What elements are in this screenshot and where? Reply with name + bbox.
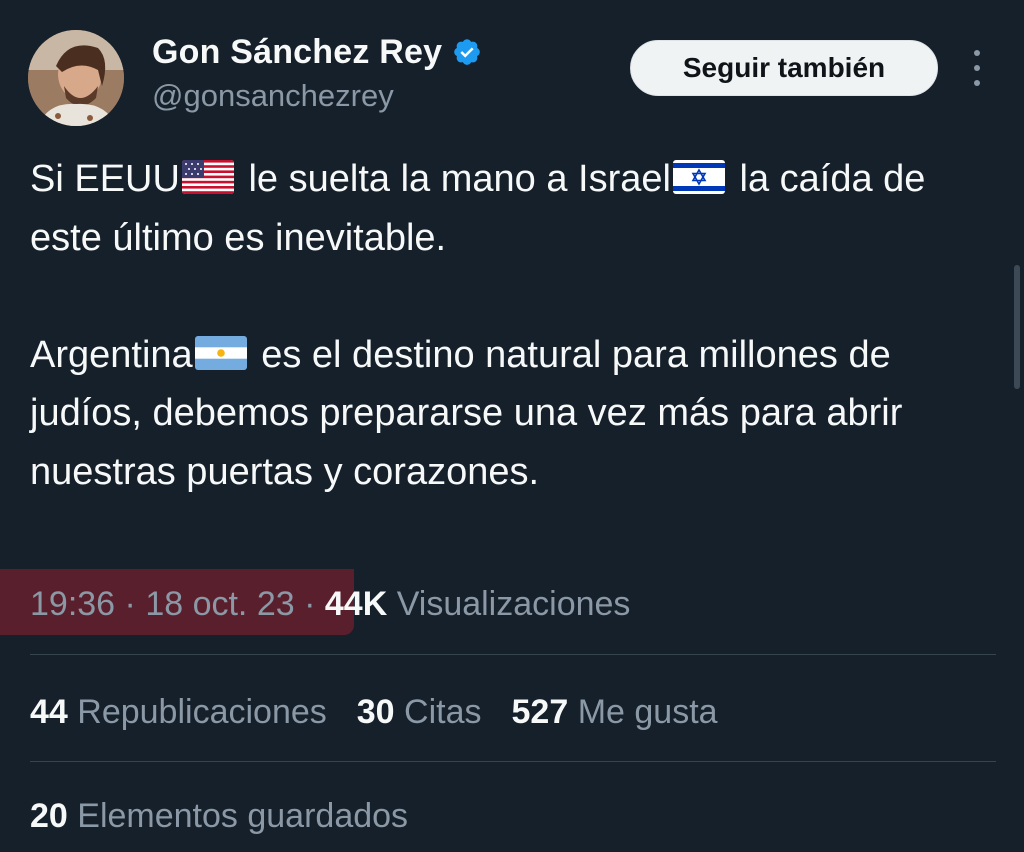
bookmarks-label: Elementos guardados (67, 796, 409, 835)
tweet-text-segment: le suelta la mano a Israel (237, 158, 671, 200)
avatar[interactable] (28, 30, 124, 126)
flag-israel-icon (672, 160, 725, 194)
divider (30, 654, 996, 655)
tweet-text-segment: Argentina (30, 333, 193, 376)
tweet-meta: 19:36 · 18 oct. 23 · 44K Visualizaciones (30, 578, 630, 630)
engagement-stats: 44 Republicaciones 30 Citas 527 Me gusta (30, 686, 748, 738)
tweet-paragraph: Argentina es el destino natural para mil… (30, 326, 950, 502)
tweet-date[interactable]: 18 oct. 23 (145, 585, 294, 624)
meta-separator: · (294, 584, 325, 623)
likes-stat[interactable]: 527 Me gusta (512, 693, 718, 732)
tweet-text-segment: Si EEUU (30, 158, 180, 200)
likes-count: 527 (511, 692, 569, 731)
quotes-count: 30 (356, 692, 395, 731)
avatar-photo (28, 30, 124, 126)
flag-usa-icon (181, 160, 234, 194)
reposts-count: 44 (30, 692, 68, 731)
meta-separator: · (115, 584, 146, 623)
views-count: 44K (324, 584, 388, 623)
likes-label: Me gusta (568, 692, 718, 731)
reposts-stat[interactable]: 44 Republicaciones (30, 693, 327, 732)
more-vertical-icon[interactable] (962, 50, 992, 86)
quotes-stat[interactable]: 30 Citas (357, 693, 482, 732)
scrollbar[interactable] (1014, 265, 1020, 389)
tweet-time[interactable]: 19:36 (30, 585, 115, 624)
flag-argentina-icon (194, 335, 247, 370)
tweet-paragraph: Si EEUU le suelta la mano a Israel la ca… (30, 150, 950, 267)
bookmarks-count: 20 (30, 796, 68, 835)
divider (30, 761, 996, 762)
author-name-row: Gon Sánchez Rey (152, 30, 482, 74)
tweet-text: Si EEUU le suelta la mano a Israel la ca… (30, 150, 950, 501)
bookmarks-stat[interactable]: 20 Elementos guardados (30, 790, 408, 842)
verified-badge-icon (452, 37, 482, 67)
author-handle[interactable]: @gonsanchezrey (152, 78, 394, 114)
reposts-label: Republicaciones (67, 692, 327, 731)
follow-back-button[interactable]: Seguir también (630, 40, 938, 96)
quotes-label: Citas (394, 692, 482, 731)
views-label: Visualizaciones (387, 584, 631, 623)
author-display-name[interactable]: Gon Sánchez Rey (152, 33, 442, 72)
